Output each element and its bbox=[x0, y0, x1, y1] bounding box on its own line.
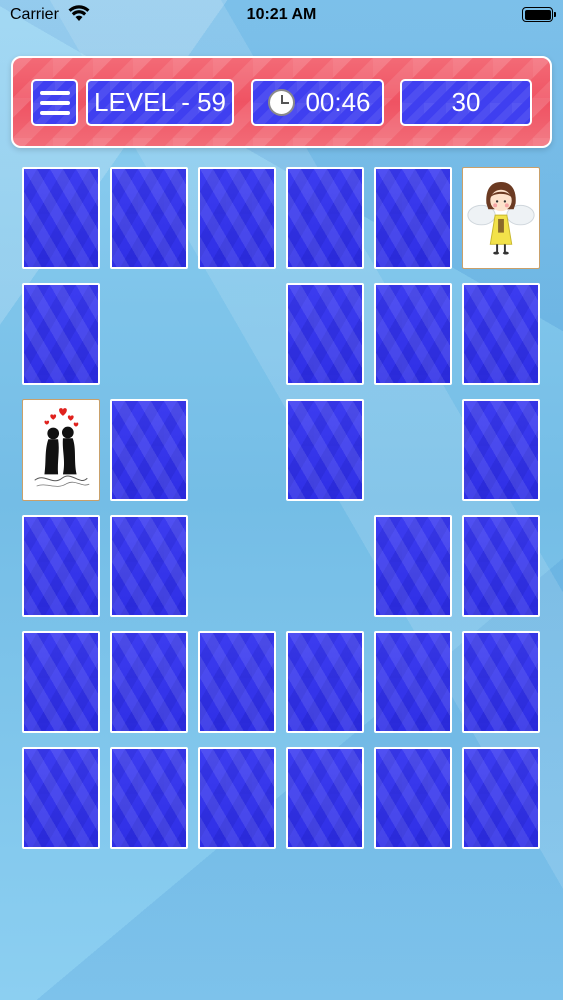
card-back[interactable] bbox=[110, 747, 188, 849]
card-back[interactable] bbox=[22, 283, 100, 385]
card-back[interactable] bbox=[110, 631, 188, 733]
card-face-couple[interactable] bbox=[22, 399, 100, 501]
card-back[interactable] bbox=[286, 399, 364, 501]
card-back[interactable] bbox=[198, 747, 276, 849]
card-back[interactable] bbox=[110, 399, 188, 501]
card-back[interactable] bbox=[286, 283, 364, 385]
card-back[interactable] bbox=[286, 631, 364, 733]
couple-silhouette-icon bbox=[34, 408, 90, 487]
card-back[interactable] bbox=[462, 515, 540, 617]
card-back[interactable] bbox=[462, 283, 540, 385]
card-back[interactable] bbox=[198, 631, 276, 733]
card-back[interactable] bbox=[22, 515, 100, 617]
card-back[interactable] bbox=[374, 747, 452, 849]
card-back[interactable] bbox=[286, 747, 364, 849]
card-back[interactable] bbox=[110, 167, 188, 269]
card-back[interactable] bbox=[374, 515, 452, 617]
angel-icon bbox=[467, 181, 535, 255]
card-back[interactable] bbox=[374, 283, 452, 385]
card-back[interactable] bbox=[462, 747, 540, 849]
card-back[interactable] bbox=[374, 631, 452, 733]
card-back[interactable] bbox=[198, 167, 276, 269]
card-back[interactable] bbox=[22, 167, 100, 269]
card-back[interactable] bbox=[462, 399, 540, 501]
card-back[interactable] bbox=[22, 631, 100, 733]
card-face-angel[interactable] bbox=[462, 167, 540, 269]
card-back[interactable] bbox=[286, 167, 364, 269]
card-back[interactable] bbox=[22, 747, 100, 849]
card-back[interactable] bbox=[462, 631, 540, 733]
card-back[interactable] bbox=[110, 515, 188, 617]
card-board bbox=[0, 0, 563, 1000]
card-back[interactable] bbox=[374, 167, 452, 269]
